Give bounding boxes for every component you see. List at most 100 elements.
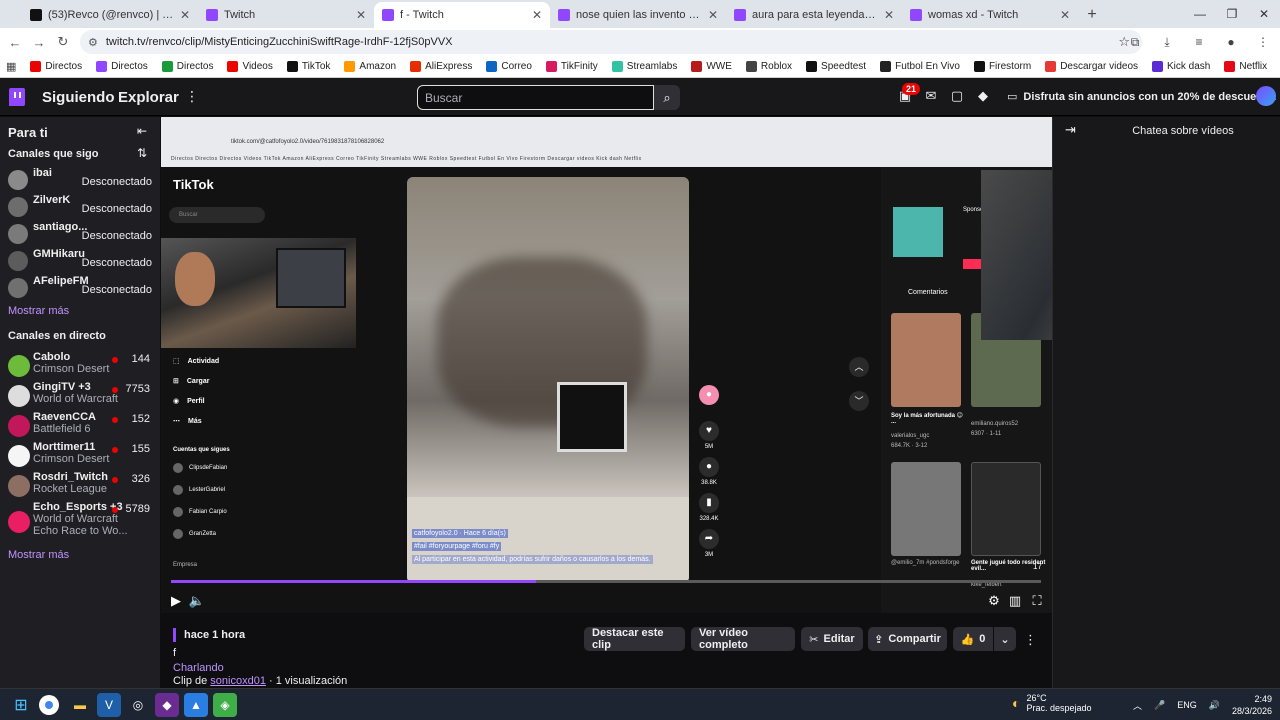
bookmark[interactable]: Netflix xyxy=(1224,61,1267,72)
bookmark[interactable]: Amazon xyxy=(344,61,396,72)
minimize-icon[interactable]: — xyxy=(1184,0,1216,28)
close-icon[interactable]: ✕ xyxy=(180,8,190,22)
tray-chevron-icon[interactable]: ︿ xyxy=(1133,699,1142,712)
twitch-logo-icon[interactable] xyxy=(9,87,25,106)
bookmark[interactable]: Directos xyxy=(30,61,82,72)
browser-tab-active[interactable]: f - Twitch ✕ xyxy=(374,2,550,28)
app-icon[interactable]: ◈ xyxy=(213,693,237,717)
video-progress-bar[interactable] xyxy=(171,580,1041,583)
maximize-icon[interactable]: ❐ xyxy=(1216,0,1248,28)
clipper-link[interactable]: sonicoxd01 xyxy=(210,675,266,687)
browser-tab[interactable]: Twitch ✕ xyxy=(198,2,374,28)
play-icon[interactable]: ▶ xyxy=(166,591,186,611)
live-channel[interactable]: Rosdri_Twitch Rocket League 326 xyxy=(0,471,160,501)
followed-channel[interactable]: santiago... Desconectado xyxy=(0,221,160,247)
media-icon[interactable]: ≡ xyxy=(1188,30,1210,54)
theatre-mode-icon[interactable]: ▥ xyxy=(1005,591,1025,611)
close-icon[interactable]: ✕ xyxy=(356,8,366,22)
browser-tab[interactable]: (53)Revco (@renvco) | TikTok ✕ xyxy=(22,2,198,28)
share-button[interactable]: ⇪ Compartir xyxy=(868,627,947,651)
edit-button[interactable]: ✂ Editar xyxy=(801,627,863,651)
nav-explore[interactable]: Explorar xyxy=(118,89,179,106)
live-channel[interactable]: GingiTV +3 World of Warcraft 7753 xyxy=(0,381,160,411)
url-input[interactable]: ⚙ twitch.tv/renvco/clip/MistyEnticingZuc… xyxy=(80,30,1142,54)
close-icon[interactable]: ✕ xyxy=(532,8,542,22)
close-icon[interactable]: ✕ xyxy=(708,8,718,22)
like-button[interactable]: 👍 0 xyxy=(953,627,993,651)
extensions-icon[interactable]: ⧉ xyxy=(1124,30,1146,54)
bookmark[interactable]: Roblox xyxy=(745,61,792,72)
bookmark[interactable]: Videos xyxy=(227,61,273,72)
followed-channel[interactable]: ZilverK Desconectado xyxy=(0,194,160,220)
bookmark[interactable]: Kick dash xyxy=(1152,61,1210,72)
volume-icon[interactable]: 🔈 xyxy=(187,591,207,611)
apps-grid-icon[interactable]: ▦ xyxy=(6,60,16,73)
close-icon[interactable]: ✕ xyxy=(884,8,894,22)
site-info-icon[interactable]: ⚙ xyxy=(88,36,98,49)
language-indicator[interactable]: ENG xyxy=(1177,700,1197,710)
bookmark[interactable]: Directos xyxy=(161,61,213,72)
close-window-icon[interactable]: ✕ xyxy=(1248,0,1280,28)
watch-full-video-button[interactable]: Ver vídeo completo xyxy=(691,627,795,651)
profile-icon[interactable]: ● xyxy=(1220,30,1242,54)
followed-channel[interactable]: AFelipeFM Desconectado xyxy=(0,275,160,301)
windows-start-icon[interactable]: ⊞ xyxy=(9,693,33,717)
highlight-clip-button[interactable]: Destacar este clip xyxy=(584,627,685,651)
chrome-icon[interactable] xyxy=(39,695,59,715)
close-icon[interactable]: ✕ xyxy=(1060,8,1070,22)
collapse-chat-icon[interactable]: ⇥ xyxy=(1065,122,1076,138)
bookmark[interactable]: Directos xyxy=(96,61,148,72)
new-tab-button[interactable]: + xyxy=(1078,2,1106,28)
back-icon[interactable]: ← xyxy=(3,30,27,54)
more-menu-icon[interactable]: ⋮ xyxy=(185,88,199,105)
sort-icon[interactable]: ⇅ xyxy=(137,146,147,160)
bookmark[interactable]: Speedtest xyxy=(806,61,866,72)
app-icon[interactable]: ▲ xyxy=(184,693,208,717)
search-input[interactable]: Buscar xyxy=(417,85,654,110)
search-button[interactable]: ⌕ xyxy=(654,85,680,110)
turbo-promo-button[interactable]: ▭ Disfruta sin anuncios con un 20% de des… xyxy=(1007,90,1276,104)
speaker-icon[interactable]: 🔊 xyxy=(1209,700,1220,711)
whispers-icon[interactable]: ▢ xyxy=(948,87,966,105)
browser-tab[interactable]: nose quien las invento xd - Twitc ✕ xyxy=(550,2,726,28)
followed-channel[interactable]: ibai Desconectado xyxy=(0,167,160,193)
forward-icon[interactable]: → xyxy=(27,30,51,54)
clip-video-player[interactable]: tiktok.com/@catfofoyolo2.0/video/7619831… xyxy=(161,117,1052,613)
file-explorer-icon[interactable]: ▬ xyxy=(68,693,92,717)
bookmark[interactable]: Streamlabs xyxy=(611,61,677,72)
nav-following[interactable]: Siguiendo xyxy=(42,89,115,106)
app-icon[interactable]: ◆ xyxy=(155,693,179,717)
show-more-followed[interactable]: Mostrar más xyxy=(8,305,69,317)
browser-tab[interactable]: aura para esta leyenda xd - Twitc ✕ xyxy=(726,2,902,28)
live-channel[interactable]: Morttimer11 Crimson Desert 155 xyxy=(0,441,160,471)
bookmark[interactable]: AliExpress xyxy=(410,61,472,72)
live-channel[interactable]: RaevenCCA Battlefield 6 152 xyxy=(0,411,160,441)
mail-icon[interactable]: ✉ xyxy=(922,87,940,105)
settings-icon[interactable]: ⚙ xyxy=(984,591,1004,611)
clip-category-link[interactable]: Charlando xyxy=(173,662,224,674)
show-more-live[interactable]: Mostrar más xyxy=(8,549,69,561)
reload-icon[interactable]: ↻ xyxy=(51,30,75,54)
more-options-icon[interactable]: ⋮ xyxy=(1024,632,1037,648)
clock[interactable]: 2:49 28/3/2026 xyxy=(1232,693,1272,717)
bookmark[interactable]: Correo xyxy=(486,61,532,72)
user-avatar[interactable] xyxy=(1256,86,1276,106)
live-channel[interactable]: Cabolo Crimson Desert 144 xyxy=(0,351,160,381)
weather-widget[interactable]: ◐ 26°C Prac. despejado xyxy=(1012,693,1092,713)
bits-icon[interactable]: ◆ xyxy=(974,87,992,105)
bookmark[interactable]: Futbol En Vivo xyxy=(880,61,960,72)
download-icon[interactable]: ⤓ xyxy=(1156,30,1178,54)
bookmark[interactable]: Firestorm xyxy=(973,61,1031,72)
followed-channel[interactable]: GMHikaru Desconectado xyxy=(0,248,160,274)
bookmark[interactable]: WWE xyxy=(691,61,732,72)
browser-tab[interactable]: womas xd - Twitch ✕ xyxy=(902,2,1078,28)
live-channel[interactable]: Echo_Esports +3 World of Warcraft Echo Rac… xyxy=(0,501,160,543)
visual-studio-icon[interactable]: V xyxy=(97,693,121,717)
menu-icon[interactable]: ⋮ xyxy=(1252,30,1274,54)
fullscreen-icon[interactable]: ⛶ xyxy=(1027,591,1047,611)
dislike-dropdown-button[interactable]: ⌄ xyxy=(994,627,1016,651)
bookmark[interactable]: Descargar videos xyxy=(1045,61,1138,72)
obs-icon[interactable]: ◎ xyxy=(126,693,150,717)
collapse-sidebar-icon[interactable]: ⇤ xyxy=(137,124,147,138)
bookmark[interactable]: TikFinity xyxy=(545,61,598,72)
